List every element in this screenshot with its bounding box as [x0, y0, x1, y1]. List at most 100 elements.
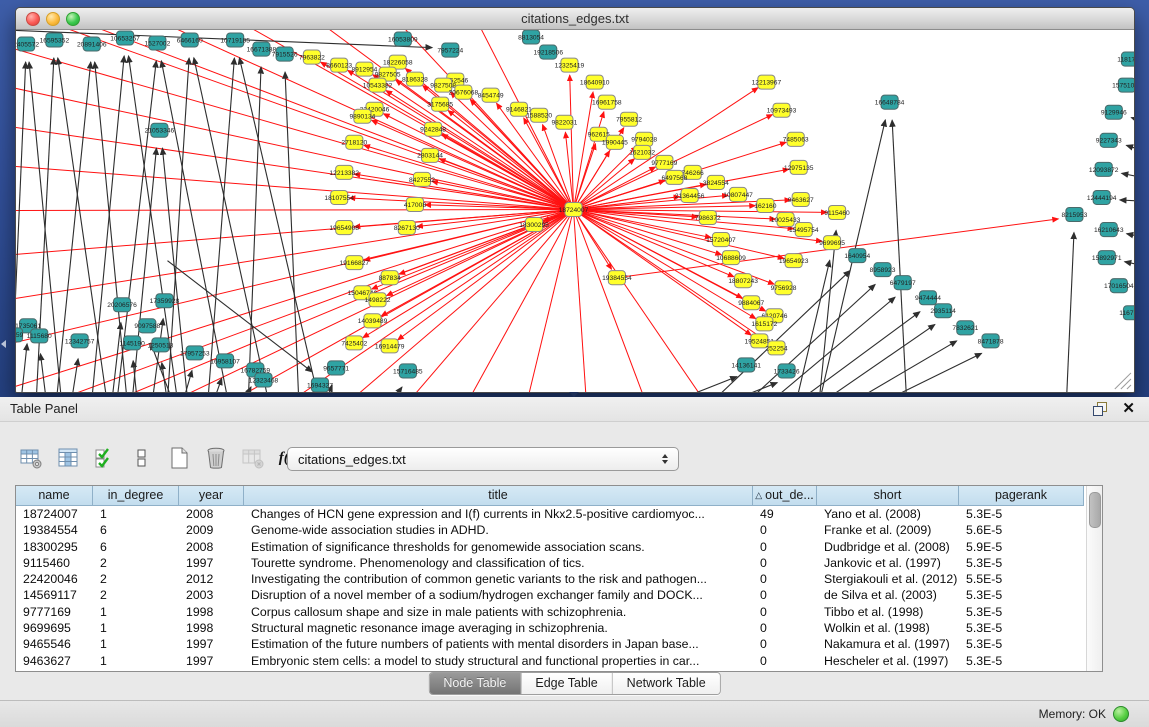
graph-node[interactable]: 12093872 — [1089, 162, 1119, 176]
table-row[interactable]: 1938455462009Genome-wide association stu… — [16, 522, 1102, 538]
graph-node[interactable]: 9794028 — [631, 132, 657, 146]
graph-node[interactable]: 252254 — [765, 341, 788, 355]
graph-node[interactable]: 1527002 — [144, 36, 170, 50]
graph-node[interactable]: 2405572 — [16, 37, 39, 51]
graph-node[interactable]: 12325419 — [555, 58, 585, 72]
graph-node[interactable]: 16648784 — [875, 95, 905, 109]
graph-node[interactable]: 39159 — [16, 328, 24, 342]
table-row[interactable]: 911546021997Tourette syndrome. Phenomeno… — [16, 555, 1102, 571]
scrollbar-thumb[interactable] — [1089, 492, 1101, 528]
graph-node[interactable]: 17957253 — [180, 346, 210, 360]
graph-node[interactable]: 15716485 — [393, 364, 423, 378]
graph-node[interactable]: 20206576 — [107, 298, 137, 312]
close-panel-icon[interactable]: ✕ — [1122, 399, 1135, 419]
table-row[interactable]: 969969511998Structural magnetic resonanc… — [16, 620, 1102, 636]
graph-node[interactable]: 1694327 — [307, 378, 333, 392]
table-row[interactable]: 2242004622012Investigating the contribut… — [16, 571, 1102, 587]
graph-node[interactable]: 9227343 — [1096, 133, 1122, 147]
graph-node[interactable]: 2935114 — [930, 304, 956, 318]
graph-node[interactable]: 16958107 — [210, 354, 240, 368]
graph-node[interactable]: 1733426 — [774, 364, 800, 378]
graph-node[interactable]: 887834 — [379, 271, 402, 285]
hidden-panel-arrow-icon[interactable] — [1, 340, 6, 348]
vertical-scrollbar[interactable] — [1086, 486, 1102, 671]
column-header-title[interactable]: title — [244, 486, 753, 506]
graph-node[interactable]: 7957224 — [437, 43, 463, 57]
graph-node[interactable]: 7832621 — [952, 321, 978, 335]
graph-node[interactable]: 1640954 — [844, 249, 870, 263]
tab-edge-table[interactable]: Edge Table — [521, 673, 612, 694]
graph-node[interactable]: 1181753 — [1117, 52, 1134, 66]
graph-node[interactable]: 16595352 — [40, 33, 70, 47]
tab-node-table[interactable]: Node Table — [429, 673, 521, 694]
graph-node[interactable]: 19384554 — [602, 271, 632, 285]
graph-node[interactable]: 1115680 — [27, 329, 52, 343]
graph-node[interactable]: 8958923 — [870, 263, 896, 277]
column-header-pagerank[interactable]: pagerank — [959, 486, 1084, 506]
graph-node[interactable]: 15720407 — [706, 233, 736, 247]
graph-node[interactable]: 12213967 — [752, 75, 782, 89]
graph-node[interactable]: 8660123 — [326, 58, 352, 72]
delete-rows-icon[interactable] — [203, 445, 229, 471]
graph-node[interactable]: 14136141 — [731, 358, 761, 372]
resize-grip[interactable] — [1115, 373, 1131, 389]
graph-node[interactable]: 7955812 — [616, 112, 642, 126]
column-header-out_de[interactable]: △out_de... — [753, 486, 817, 506]
table-row[interactable]: 946362711997Embryonic stem cells: a mode… — [16, 653, 1102, 669]
graph-node[interactable]: 1621032 — [629, 145, 655, 159]
graph-node[interactable]: 19218506 — [533, 45, 563, 59]
graph-node[interactable]: 20891406 — [77, 37, 107, 51]
table-row[interactable]: 1456911722003Disruption of a novel membe… — [16, 587, 1102, 603]
graph-node[interactable]: 15751074 — [1112, 78, 1134, 92]
graph-node[interactable]: 8813054 — [518, 30, 544, 44]
graph-node[interactable]: 6466160 — [177, 33, 203, 47]
graph-node[interactable]: 3824554 — [703, 175, 729, 189]
graph-node[interactable]: 10807447 — [723, 187, 753, 201]
table-row[interactable]: 977716911998Corpus callosum shape and si… — [16, 604, 1102, 620]
network-graph[interactable]: 2405572165953522089140610653257152700264… — [16, 30, 1134, 392]
column-header-short[interactable]: short — [817, 486, 959, 506]
graph-node[interactable]: 16961758 — [592, 95, 622, 109]
graph-node[interactable]: 6479197 — [890, 276, 916, 290]
network-canvas[interactable]: 2405572165953522089140610653257152700264… — [16, 30, 1134, 392]
graph-node[interactable]: 10688609 — [716, 251, 746, 265]
select-rows-icon[interactable] — [92, 445, 118, 471]
graph-node[interactable]: 9822031 — [551, 115, 577, 129]
graph-node[interactable]: 12444194 — [1087, 190, 1117, 204]
table-settings-icon[interactable] — [18, 445, 44, 471]
table-row[interactable]: 1830029562008Estimation of significance … — [16, 539, 1102, 555]
column-header-in_degree[interactable]: in_degree — [93, 486, 179, 506]
table-row[interactable]: 946554611997Estimation of the future num… — [16, 636, 1102, 652]
show-columns-icon[interactable] — [55, 445, 81, 471]
column-header-year[interactable]: year — [179, 486, 244, 506]
memory-status-indicator[interactable] — [1113, 706, 1129, 722]
graph-node[interactable]: 16053809 — [388, 32, 418, 46]
graph-node[interactable]: 16210643 — [1094, 223, 1124, 237]
table-row[interactable]: 1872400712008Changes of HCN gene express… — [16, 506, 1102, 522]
table-selector-dropdown[interactable]: citations_edges.txt — [287, 447, 679, 471]
graph-node[interactable]: 10719185 — [220, 33, 250, 47]
graph-node[interactable]: 417008 — [404, 197, 427, 211]
graph-node[interactable]: 17016504 — [1104, 279, 1134, 293]
row-height-icon[interactable] — [129, 445, 155, 471]
graph-node[interactable]: 18640910 — [580, 75, 610, 89]
graph-node[interactable]: 9756928 — [771, 281, 797, 295]
graph-node[interactable]: 8454749 — [478, 88, 504, 102]
graph-node[interactable]: 1167534 — [1119, 306, 1134, 320]
graph-node[interactable]: 2718120 — [341, 135, 367, 149]
graph-node[interactable]: 8215953 — [1061, 207, 1087, 221]
new-table-icon[interactable] — [166, 445, 192, 471]
graph-node[interactable]: 9474444 — [915, 291, 941, 305]
graph-node[interactable]: 21364456 — [675, 188, 705, 202]
graph-node[interactable]: 19166827 — [340, 256, 370, 270]
graph-node[interactable]: 8471878 — [978, 334, 1004, 348]
graph-node[interactable]: 162160 — [754, 198, 777, 212]
float-panel-icon[interactable] — [1093, 402, 1107, 416]
graph-node[interactable]: 18807243 — [728, 274, 758, 288]
graph-node[interactable]: 17359928 — [150, 294, 180, 308]
graph-node[interactable]: 9463627 — [788, 192, 814, 206]
graph-node[interactable]: 3175685 — [427, 97, 453, 111]
graph-node[interactable]: 1145190 — [119, 336, 145, 350]
graph-node[interactable]: 7485063 — [783, 132, 809, 146]
tab-network-table[interactable]: Network Table — [613, 673, 720, 694]
